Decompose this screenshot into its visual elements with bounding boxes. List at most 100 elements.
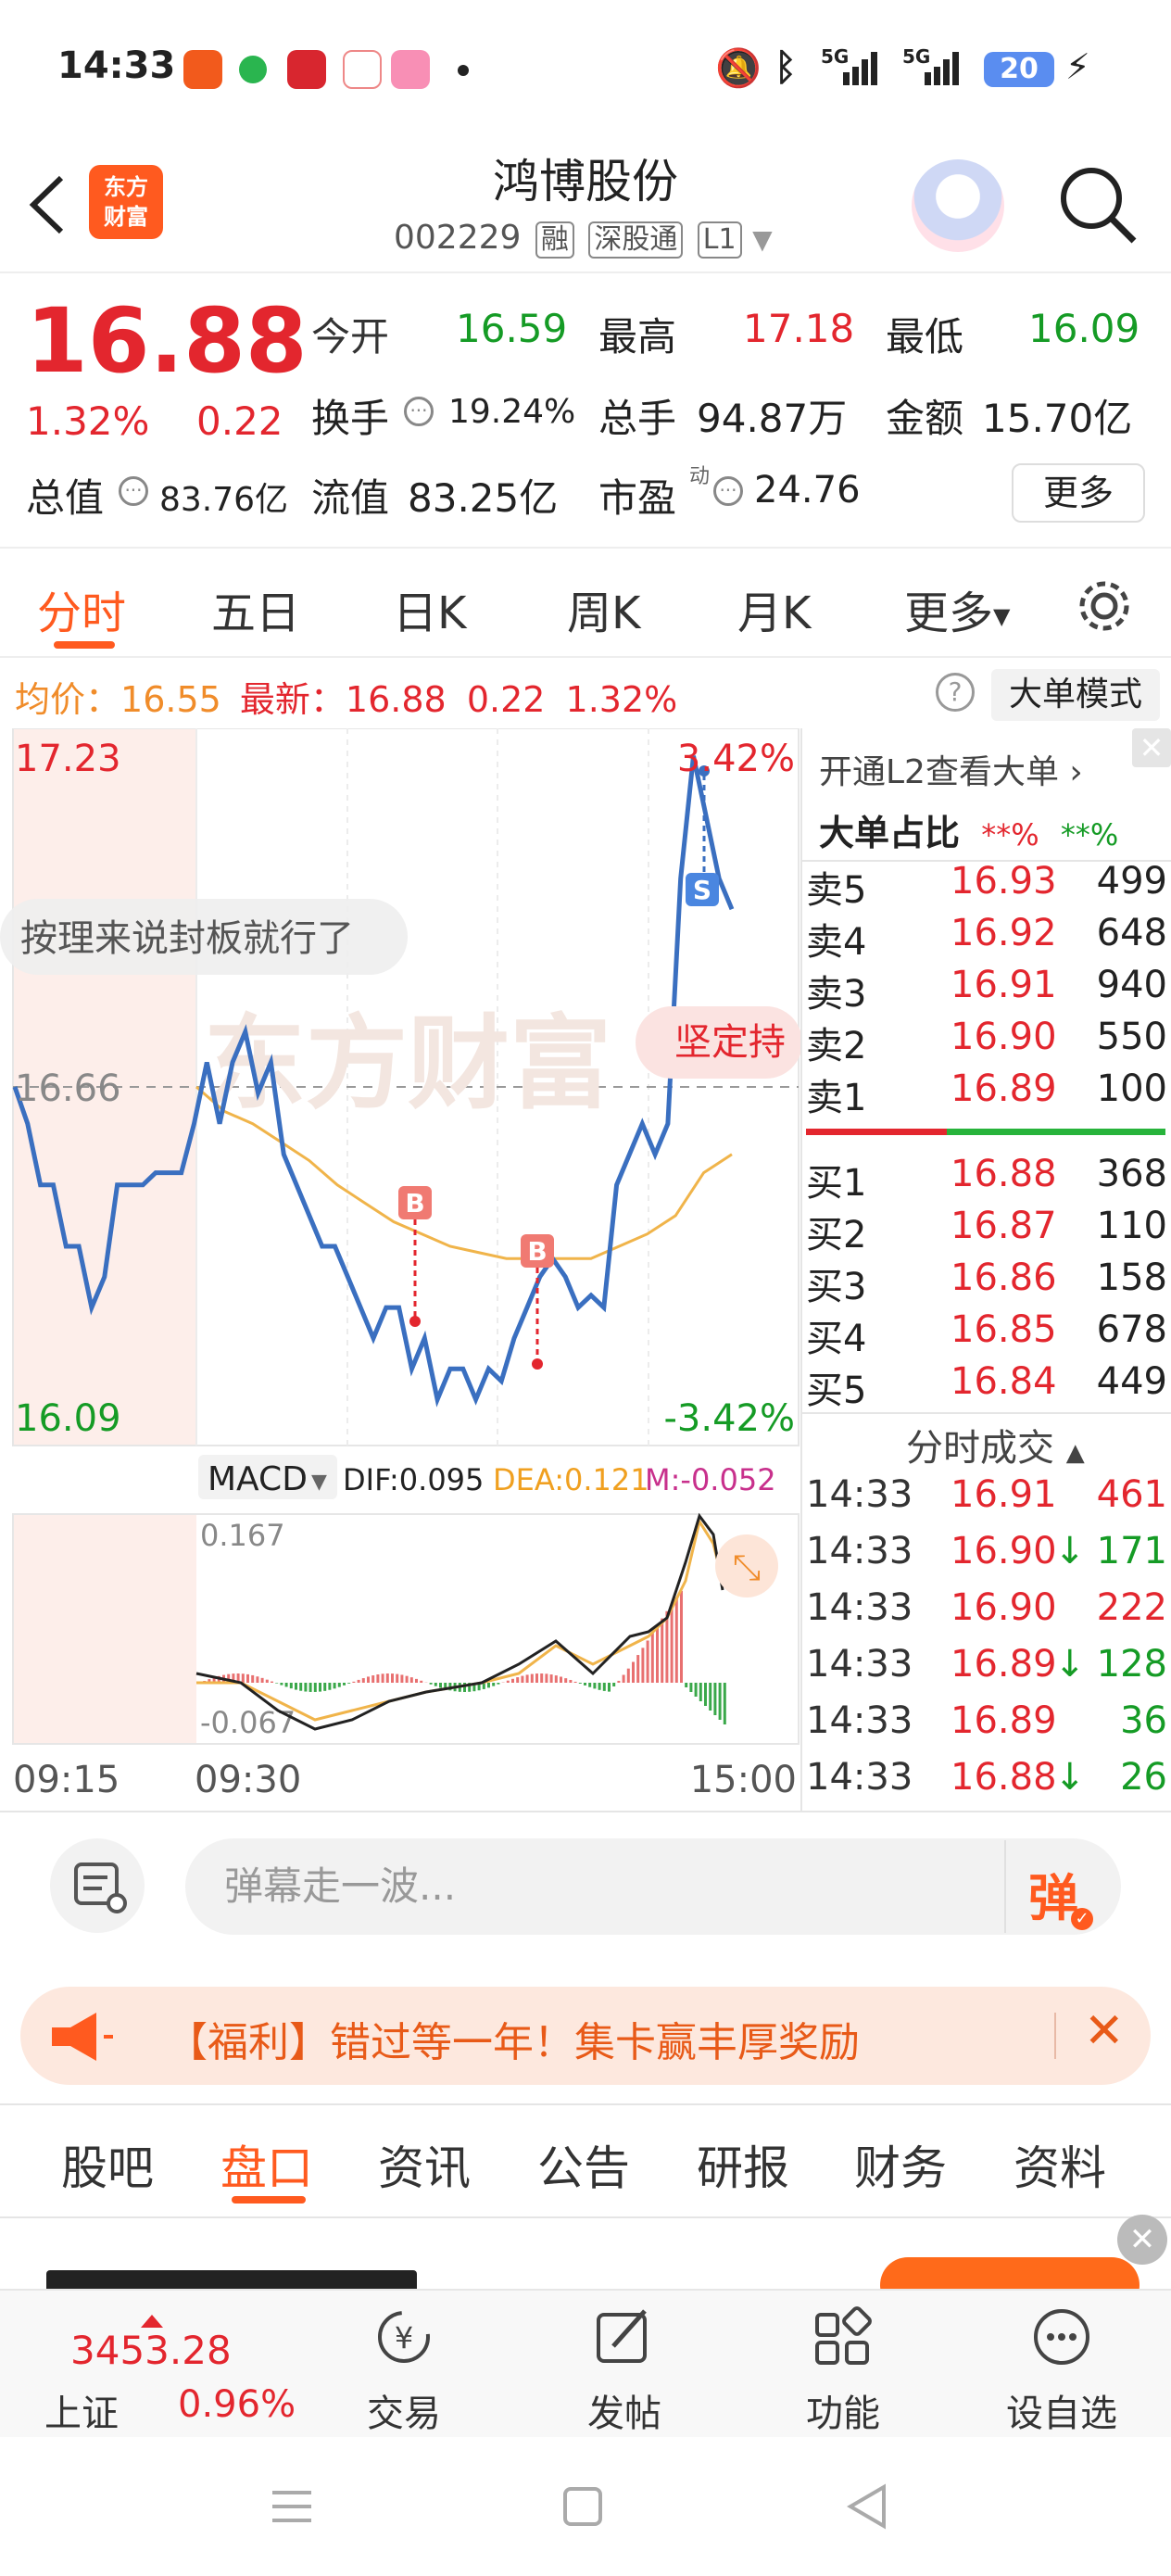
tick-price: 16.91 [951, 1473, 1057, 1516]
tab-guba[interactable]: 股吧 [61, 2131, 154, 2198]
bid-volume: 158 [1096, 1256, 1167, 1299]
x-label-open: 09:30 [195, 1759, 301, 1801]
tab-weekly-k[interactable]: 周K [567, 576, 640, 641]
nav-post[interactable]: 发帖 [541, 2383, 708, 2437]
tab-more-label: 更多 [904, 587, 994, 639]
big-order-mode-button[interactable]: 大单模式 [991, 669, 1160, 721]
bid-row[interactable]: 买2 16.87 110 [806, 1205, 1167, 1256]
tab-daily-k[interactable]: 日K [393, 576, 466, 641]
ask-row[interactable]: 卖5 16.93 499 [806, 860, 1167, 912]
macd-bar [409, 1677, 413, 1683]
info-icon[interactable]: ··· [119, 476, 148, 506]
tab-intraday[interactable]: 分时 [37, 576, 126, 641]
help-icon[interactable]: ? [936, 673, 975, 712]
pct-bottom-label: -3.42% [663, 1397, 795, 1440]
menu-icon[interactable] [269, 2483, 315, 2530]
macd-bar [626, 1668, 630, 1683]
bid-row[interactable]: 买5 16.84 449 [806, 1360, 1167, 1412]
macd-bar [265, 1679, 269, 1683]
up-arrow-icon [141, 2315, 163, 2328]
tab-finance[interactable]: 财务 [854, 2131, 947, 2198]
info-icon[interactable]: ··· [713, 476, 743, 506]
tick-price: 16.89 [951, 1699, 1057, 1742]
mktcap-value: 83.76亿 [159, 481, 289, 519]
assistant-avatar[interactable] [912, 159, 1004, 252]
amount-value: 15.70亿 [982, 396, 1133, 441]
change-pct: 1.32% [26, 398, 150, 444]
close-icon[interactable]: ✕ [1117, 2215, 1167, 2265]
ad-text-partial [46, 2270, 417, 2289]
intraday-chart[interactable]: 东方财富 B B S 按理来说封板就行了 坚定持 17.23 16.66 16.… [0, 728, 800, 1812]
ask-row[interactable]: 卖4 16.92 648 [806, 912, 1167, 964]
promo-banner[interactable]: 【福利】错过等一年！集卡赢丰厚奖励 ✕ [20, 1987, 1151, 2085]
ask-volume: 648 [1096, 912, 1167, 954]
more-notifications-dot [458, 65, 469, 76]
svg-text:5G: 5G [821, 45, 849, 68]
home-icon[interactable] [560, 2483, 606, 2530]
chat-notification-icon [239, 56, 267, 83]
mute-icon: 🔕 [715, 47, 762, 90]
tab-pankou[interactable]: 盘口 [220, 2131, 313, 2198]
stock-header: 东方 财富 鸿博股份 002229 融 深股通 L1 ▼ [0, 139, 1171, 273]
bid-row[interactable]: 买4 16.85 678 [806, 1308, 1167, 1360]
more-stats-button[interactable]: 更多 [1012, 463, 1145, 523]
tab-announcements[interactable]: 公告 [537, 2131, 630, 2198]
bid-label: 买2 [806, 1214, 867, 1256]
tick-row: 14:33 16.90 ↓ 171 [806, 1530, 1167, 1585]
bid-row[interactable]: 买3 16.86 158 [806, 1256, 1167, 1308]
search-icon[interactable] [1056, 163, 1140, 246]
bid-label: 买4 [806, 1318, 867, 1360]
danmaku-input[interactable]: 弹幕走一波... [185, 1838, 1121, 1935]
tick-row: 14:33 16.89 36 [806, 1699, 1167, 1755]
macd-bar [487, 1683, 490, 1688]
nav-trade[interactable]: 交易 [321, 2383, 487, 2437]
macd-bar [511, 1678, 514, 1683]
macd-bar [632, 1661, 635, 1683]
tab-five-day[interactable]: 五日 [211, 576, 300, 641]
level-tag: L1 [697, 221, 742, 259]
macd-bar [343, 1683, 346, 1686]
gear-icon[interactable] [1075, 576, 1134, 636]
tab-news[interactable]: 资讯 [378, 2131, 471, 2198]
macd-bar [333, 1683, 336, 1689]
ask-price: 16.91 [951, 964, 1057, 1006]
info-icon[interactable]: ··· [404, 397, 434, 426]
ask-row[interactable]: 卖1 16.89 100 [806, 1067, 1167, 1119]
macd-bar [674, 1597, 678, 1683]
bid-row[interactable]: 买1 16.88 368 [806, 1153, 1167, 1205]
close-icon[interactable]: ✕ [1132, 728, 1171, 767]
bluetooth-icon: ᛒ [774, 46, 797, 89]
index-value[interactable]: 3453.28 [70, 2328, 232, 2373]
y-mid-label: 16.66 [15, 1067, 121, 1110]
nav-add-watchlist[interactable]: 设自选 [978, 2383, 1145, 2437]
ticks-title[interactable]: 分时成交 ▲ [906, 1418, 1085, 1471]
ask-row[interactable]: 卖2 16.90 550 [806, 1016, 1167, 1067]
tick-volume: 171 [1096, 1530, 1167, 1572]
y-bottom-label: 16.09 [15, 1397, 121, 1440]
bid-label: 买5 [806, 1370, 867, 1412]
comment-settings-button[interactable] [50, 1838, 145, 1933]
macd-bar [299, 1683, 303, 1691]
ask-row[interactable]: 卖3 16.91 940 [806, 964, 1167, 1016]
macd-bar [385, 1673, 389, 1683]
tab-monthly-k[interactable]: 月K [737, 576, 811, 641]
tab-research[interactable]: 研报 [697, 2131, 789, 2198]
tick-price: 16.90 [951, 1586, 1057, 1629]
macd-bar [530, 1673, 534, 1683]
macd-bar [308, 1683, 312, 1692]
index-pct: 0.96% [178, 2383, 296, 2426]
l2-link[interactable]: 开通L2查看大单 › [819, 745, 1083, 793]
macd-bar [694, 1683, 698, 1697]
macd-bar [396, 1673, 399, 1683]
macd-bar [241, 1673, 245, 1683]
tab-profile[interactable]: 资料 [1014, 2131, 1106, 2198]
close-icon[interactable]: ✕ [1084, 2003, 1125, 2059]
stock-code-row[interactable]: 002229 融 深股通 L1 ▼ [394, 219, 773, 259]
nav-function[interactable]: 功能 [760, 2383, 926, 2437]
tab-more[interactable]: 更多▼ [904, 576, 1010, 641]
back-nav-icon[interactable] [843, 2481, 889, 2532]
macd-bar [295, 1683, 297, 1690]
danmu-toggle-button[interactable]: 弹✓ [1028, 1857, 1093, 1930]
latest-pct: 1.32% [565, 679, 678, 720]
macd-bar [593, 1683, 597, 1689]
